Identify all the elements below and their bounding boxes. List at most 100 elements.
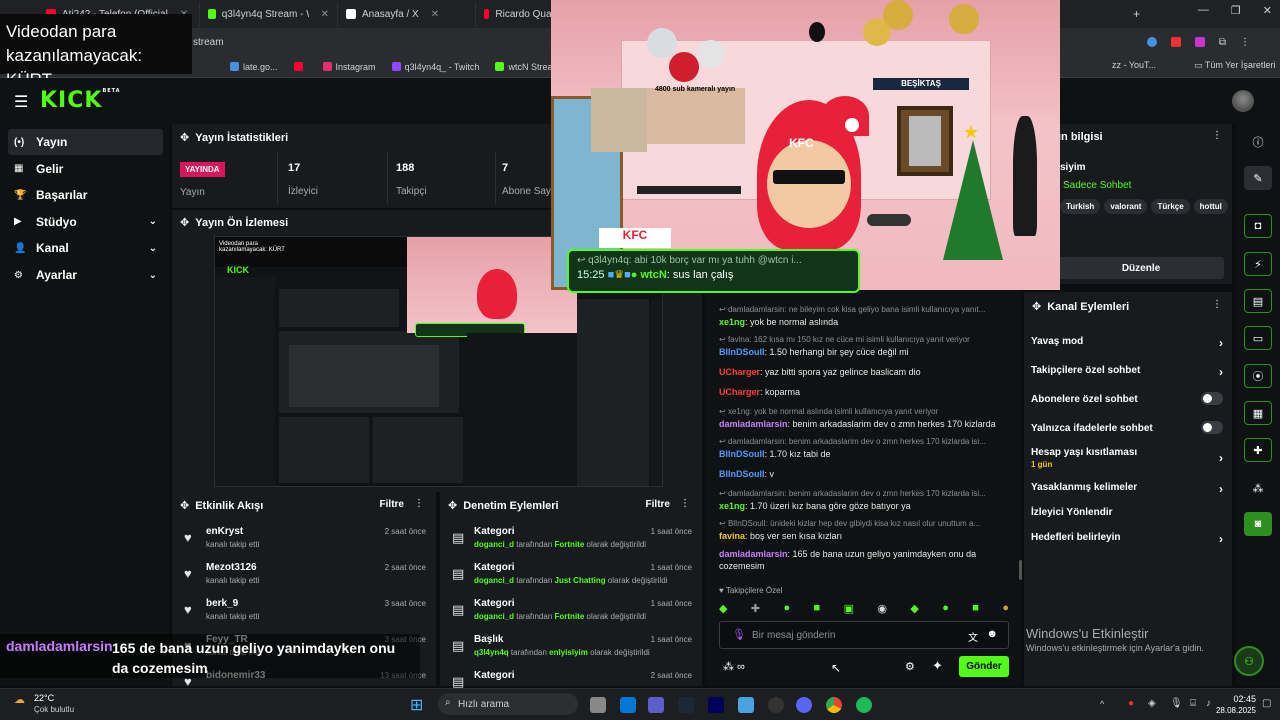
bookmark-youtube[interactable]: zz - YouT... <box>1112 60 1156 70</box>
chat-message[interactable]: ↩ damladamlarsin: benim arkadaslarim dev… <box>719 488 1009 512</box>
chat-message[interactable]: ↩ damladamlarsin: benim arkadaslarim dev… <box>719 436 1009 460</box>
activity-row[interactable]: ♥ enKryst kanalı takip etti 2 saat önce <box>172 522 436 556</box>
kick-points-icon[interactable]: ⁂ <box>1244 476 1272 500</box>
close-window-icon[interactable]: ✕ <box>1263 4 1272 17</box>
channel-action-item[interactable]: Takipçilere özel sohbet › <box>1031 365 1227 379</box>
chat-username[interactable]: damladamlarsin <box>719 419 788 429</box>
tray-app-icon[interactable]: ● <box>1128 698 1134 709</box>
chat-message[interactable]: UCharger: koparma <box>719 386 1009 398</box>
chevron-right-icon[interactable]: › <box>1219 532 1223 546</box>
extension-app-icon[interactable]: ◙ <box>1244 512 1272 536</box>
channel-actions-more-icon[interactable]: ⋮ <box>1212 299 1222 310</box>
outlook-icon[interactable] <box>620 697 636 713</box>
discord-icon[interactable] <box>796 697 812 713</box>
chevron-right-icon[interactable]: › <box>1219 365 1223 379</box>
channel-action-item[interactable]: Abonelere özel sohbet <box>1031 392 1227 405</box>
edit-button[interactable]: Düzenle <box>1058 257 1224 279</box>
modlog-filter-button[interactable]: Filtre <box>646 499 670 510</box>
chevron-down-icon[interactable]: ⌄ <box>149 243 157 254</box>
nav-item[interactable]: ▶ Stüdyo ⌄ <box>8 209 163 235</box>
emote-icon[interactable]: ● <box>1002 602 1009 615</box>
mod-user[interactable]: q3l4yn4q <box>474 648 509 657</box>
mod-action-row[interactable]: ▤ Kategori doganci_d tarafından Fortnite o… <box>440 594 702 628</box>
tab-close-icon[interactable]: ✕ <box>321 9 329 20</box>
settings-gear-icon[interactable] <box>738 697 754 713</box>
emote-icon[interactable]: ◆ <box>719 602 727 615</box>
all-bookmarks[interactable]: ▭ Tüm Yer İşaretleri <box>1194 60 1275 71</box>
nav-item[interactable]: (•) Yayın <box>8 129 163 155</box>
translate-icon[interactable]: 文 <box>968 629 978 644</box>
chat-username[interactable]: xe1ng <box>719 317 745 327</box>
activity-row[interactable]: ♥ berk_9 kanalı takip etti 3 saat önce <box>172 594 436 628</box>
clock-time[interactable]: 02:45 <box>1222 694 1256 704</box>
chat-bot-icon[interactable]: ✦ <box>932 658 943 674</box>
user-avatar[interactable] <box>1232 90 1254 112</box>
kick-logo[interactable]: KICKBETA <box>40 88 121 113</box>
channel-action-item[interactable]: Yalnızca ifadelerle sohbet <box>1031 421 1227 434</box>
emote-icon[interactable]: ■ <box>972 602 979 615</box>
tag-chip[interactable]: valorant <box>1104 199 1148 214</box>
chat-username[interactable]: BlInDSoulI <box>719 449 765 459</box>
channel-action-item[interactable]: Hesap yaşı kısıtlaması 1 gün › <box>1031 447 1227 469</box>
chat-reply-preview[interactable]: ↩ xe1ng: yok be normal aslında isimli ku… <box>719 406 1009 418</box>
taskbar-search[interactable]: ⌕ Hızlı arama <box>438 693 578 715</box>
emote-icon[interactable]: ● <box>942 602 949 615</box>
bookmark-item[interactable]: late.go... <box>230 62 278 72</box>
emote-icon[interactable]: ● <box>783 602 790 615</box>
emote-icon[interactable]: ▣ <box>844 602 854 615</box>
channel-action-item[interactable]: İzleyici Yönlendir <box>1031 507 1227 518</box>
send-button[interactable]: Gönder <box>959 656 1009 677</box>
emote-icon[interactable]: ■ <box>814 602 821 615</box>
mod-user[interactable]: doganci_d <box>474 576 514 585</box>
info-icon[interactable]: ⓘ <box>1244 130 1272 154</box>
activity-row[interactable]: ♥ Mezot3126 kanalı takip etti 2 saat önce <box>172 558 436 592</box>
move-handle-icon[interactable]: ✥ <box>180 131 189 144</box>
move-handle-icon[interactable]: ✥ <box>180 216 189 229</box>
screen-capture-icon[interactable]: ◘ <box>1244 214 1272 238</box>
chat-message[interactable]: damladamlarsin: 165 de bana uzun geliyo … <box>719 548 1009 572</box>
hamburger-menu-icon[interactable]: ☰ <box>14 92 28 112</box>
nav-item[interactable]: 👤 Kanal ⌄ <box>8 235 163 261</box>
chevron-right-icon[interactable]: › <box>1219 482 1223 496</box>
chat-message[interactable]: ↩ favina: 162 kısa mı 150 kız ne cüce mi… <box>719 334 1009 358</box>
mod-user[interactable]: doganci_d <box>474 612 514 621</box>
wrench-icon[interactable]: ✚ <box>1244 438 1272 462</box>
move-handle-icon[interactable]: ✥ <box>448 499 457 512</box>
spotify-icon[interactable] <box>856 697 872 713</box>
modlog-more-icon[interactable]: ⋮ <box>680 498 690 509</box>
bookmark-item[interactable]: Instagram <box>322 62 376 72</box>
chat-reply-preview[interactable]: ↩ damladamlarsin: ne bileyim cok kisa ge… <box>719 304 1009 316</box>
chrome-icon[interactable] <box>826 697 842 713</box>
channel-action-item[interactable]: Yasaklanmış kelimeler › <box>1031 482 1227 496</box>
activity-user[interactable]: berk_9 <box>206 598 238 609</box>
chevron-right-icon[interactable]: › <box>1219 336 1223 350</box>
emote-icon[interactable]: ✚ <box>751 602 760 615</box>
tag-chip[interactable]: hottul <box>1193 199 1228 214</box>
tag-chip[interactable]: Turkish <box>1060 199 1101 214</box>
lightning-icon[interactable]: ⚡ <box>1244 252 1272 276</box>
activity-filter-button[interactable]: Filtre <box>380 499 404 510</box>
tag-chip[interactable]: Türkçe <box>1151 199 1190 214</box>
chat-reply-preview[interactable]: ↩ BlInDSoulI: ünideki kizlar hep dev gib… <box>719 518 1009 530</box>
network-icon[interactable]: ⌸ <box>1190 698 1196 709</box>
nav-item[interactable]: ⚙ Ayarlar ⌄ <box>8 262 163 288</box>
steam-icon[interactable] <box>678 697 694 713</box>
browser-tab[interactable]: q3l4yn4q Stream - Watch ✕ <box>200 2 338 26</box>
layout-icon[interactable]: ▦ <box>1244 401 1272 425</box>
kick-points-icon[interactable]: ⁂ ∞ <box>723 660 745 673</box>
activity-user[interactable]: Mezot3126 <box>206 562 257 573</box>
pencil-icon[interactable]: ✎ <box>1244 166 1272 190</box>
chat-settings-icon[interactable]: ⚙ <box>905 660 915 673</box>
emoji-icon[interactable]: ☻ <box>986 628 998 640</box>
emote-icon[interactable]: ◆ <box>910 602 918 615</box>
bookmark-item[interactable] <box>293 62 307 71</box>
premiere-icon[interactable] <box>708 697 724 713</box>
mod-action-row[interactable]: ▤ Kategori doganci_d tarafından Fortnite o… <box>440 522 702 556</box>
extension-icon[interactable] <box>1146 36 1157 47</box>
chat-username[interactable]: favina <box>719 531 745 541</box>
chat-username[interactable]: damladamlarsin <box>719 549 788 559</box>
new-tab-icon[interactable]: + <box>1133 7 1140 21</box>
obs-icon[interactable] <box>768 697 784 713</box>
chevron-right-icon[interactable]: › <box>1219 451 1223 465</box>
chevron-down-icon[interactable]: ⌄ <box>149 270 157 281</box>
